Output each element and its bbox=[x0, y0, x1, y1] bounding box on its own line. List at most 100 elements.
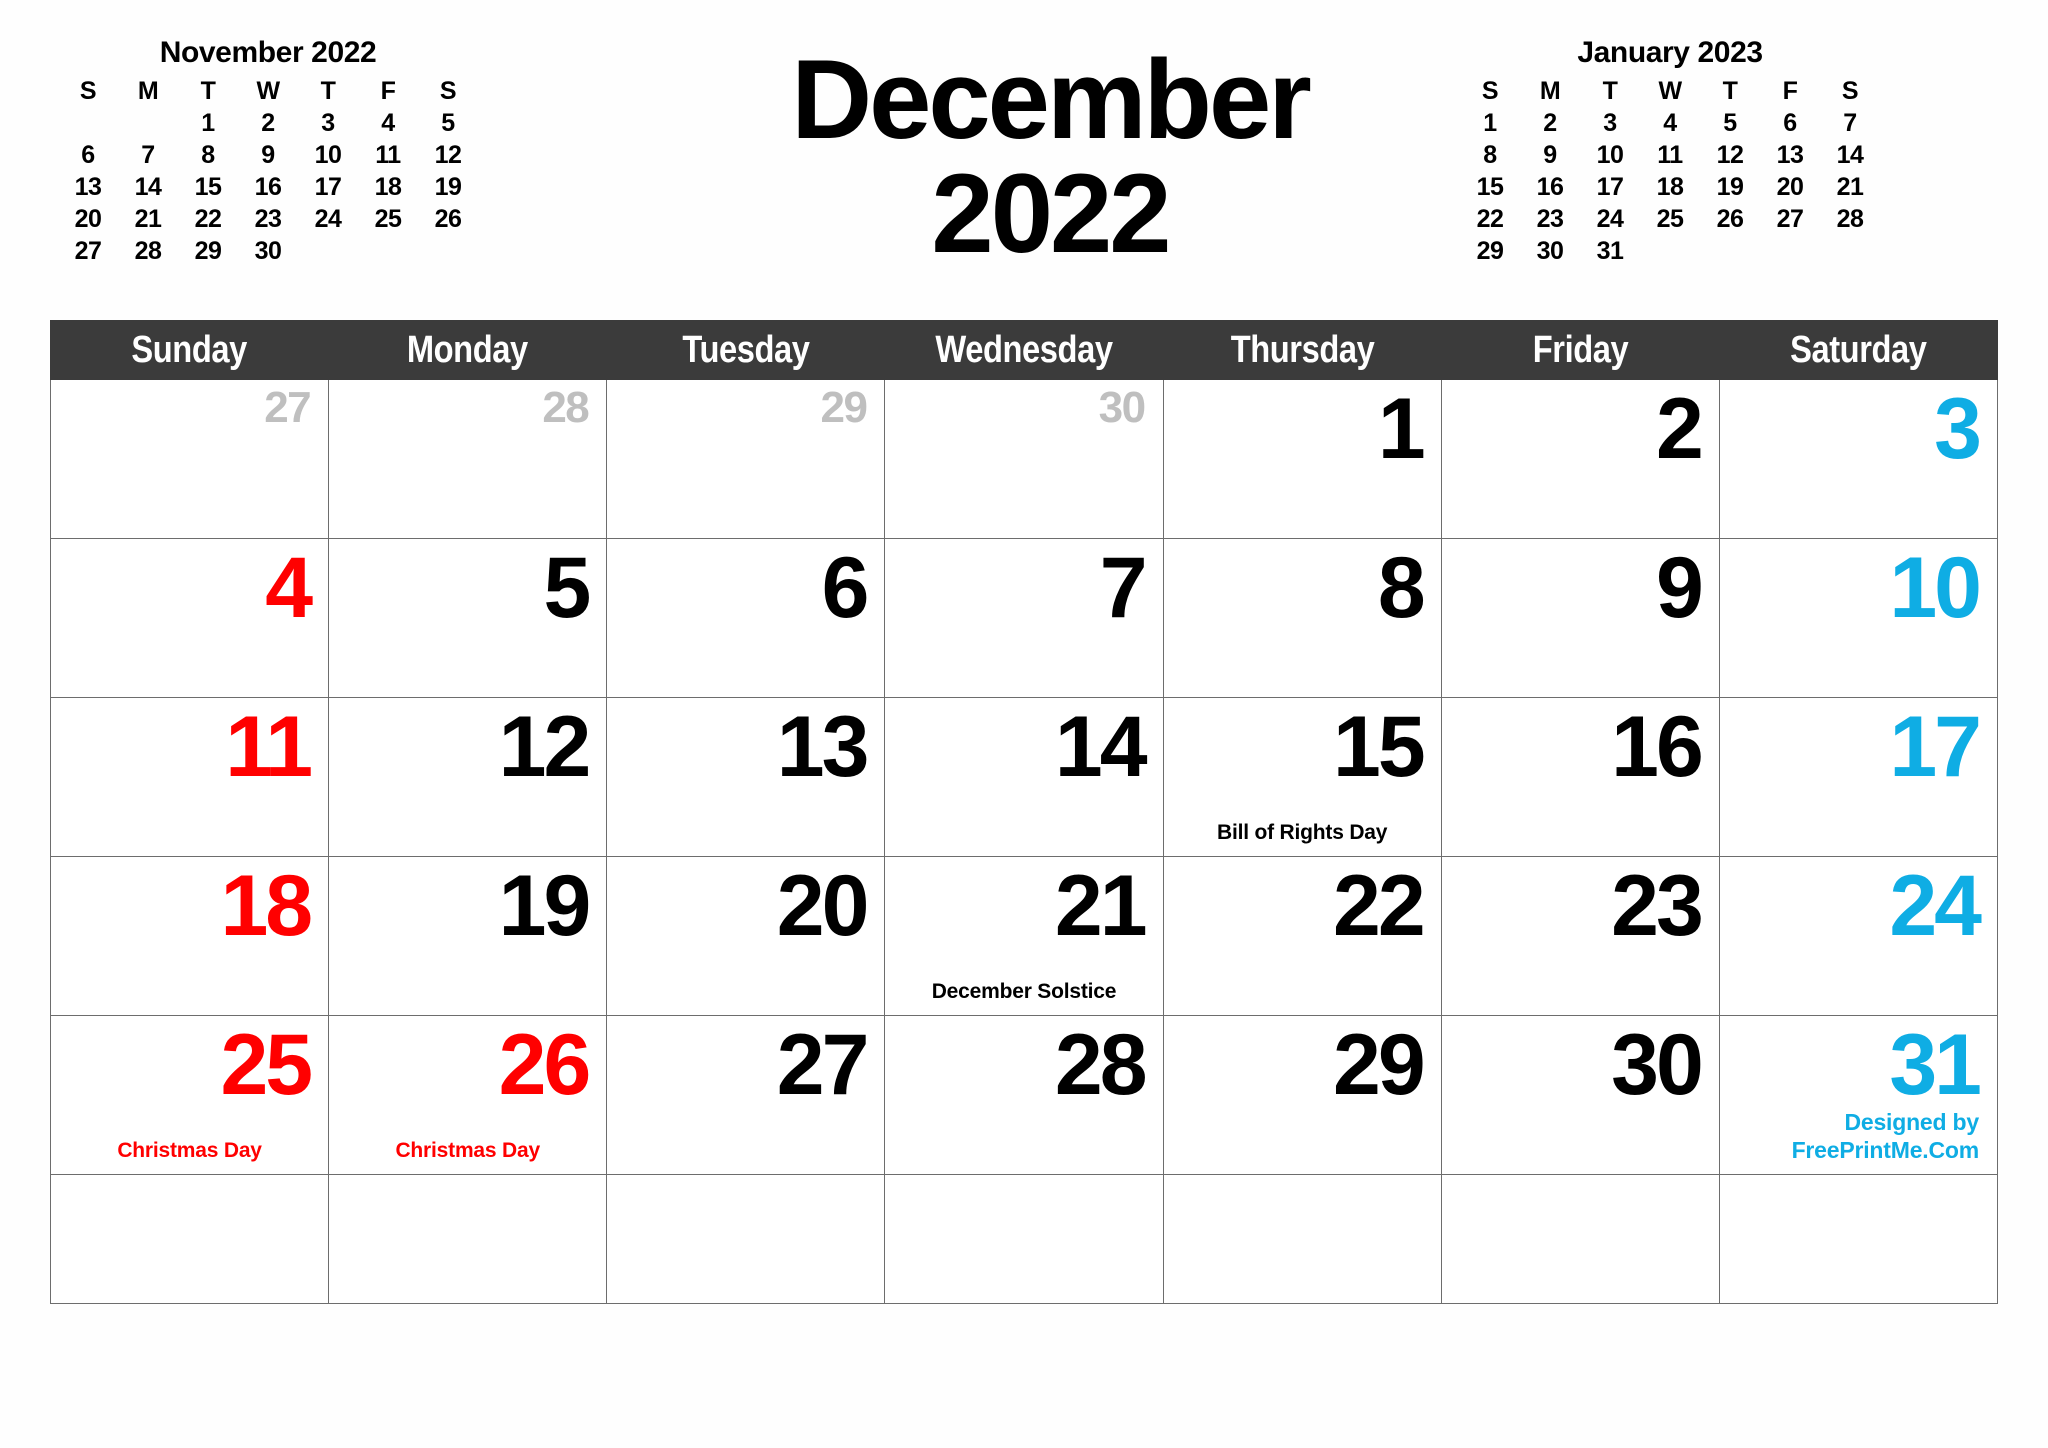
mini-prev-day: 15 bbox=[194, 173, 222, 201]
mini-calendar-next-grid: S M T W T F S 1 2 3 4 5 6 7 8 9 10 11 12 13 14 15 16 17 18 19 20 21… bbox=[1460, 79, 1880, 264]
day-cell-13[interactable]: 13 bbox=[606, 697, 886, 857]
weekday-header-tuesday: Tuesday bbox=[606, 320, 886, 380]
day-cell-6[interactable]: 6 bbox=[606, 538, 886, 698]
day-cell-18[interactable]: 18 bbox=[49, 856, 330, 1016]
week-row bbox=[49, 1174, 1999, 1304]
day-cell-empty[interactable] bbox=[606, 1174, 886, 1304]
mini-prev-blank bbox=[58, 111, 118, 136]
mini-prev-day: 2 bbox=[261, 109, 275, 137]
day-number: 23 bbox=[1611, 858, 1704, 954]
mini-next-blank bbox=[1760, 239, 1820, 264]
day-cell-5[interactable]: 5 bbox=[328, 538, 608, 698]
day-cell-21[interactable]: 21 December Solstice bbox=[884, 856, 1164, 1016]
day-cell-8[interactable]: 8 bbox=[1162, 538, 1442, 698]
weekday-header-label: Saturday bbox=[1790, 328, 1927, 371]
day-number: 9 bbox=[1656, 540, 1704, 636]
title-year: 2022 bbox=[931, 150, 1171, 276]
day-number: 26 bbox=[498, 1017, 592, 1113]
day-cell-30[interactable]: 30 bbox=[884, 379, 1164, 539]
mini-next-dow-1: M bbox=[1539, 77, 1561, 105]
mini-prev-day: 17 bbox=[314, 173, 342, 201]
day-number: 29 bbox=[1333, 1017, 1426, 1113]
mini-next-dow-4: T bbox=[1722, 77, 1738, 105]
weekday-header-label: Wednesday bbox=[935, 328, 1113, 371]
day-cell-10[interactable]: 10 bbox=[1718, 538, 1999, 698]
day-cell-7[interactable]: 7 bbox=[884, 538, 1164, 698]
weekday-header: Sunday Monday Tuesday Wednesday Thursday Frid… bbox=[49, 320, 1999, 380]
week-row: 11 12 13 14 15 Bill of Rights Day 16 17 bbox=[49, 697, 1999, 857]
day-cell-29[interactable]: 29 bbox=[1162, 1015, 1442, 1175]
weekday-header-friday: Friday bbox=[1440, 320, 1720, 380]
day-number: 14 bbox=[1054, 699, 1148, 795]
day-cell-empty[interactable] bbox=[1718, 1174, 1999, 1304]
day-number: 10 bbox=[1889, 540, 1982, 636]
mini-prev-day: 19 bbox=[434, 173, 462, 201]
day-number: 21 bbox=[1054, 858, 1148, 954]
day-cell-empty[interactable] bbox=[49, 1174, 330, 1304]
designer-credit-line1: Designed by bbox=[1844, 1108, 1979, 1135]
mini-prev-blank bbox=[418, 239, 478, 264]
day-cell-16[interactable]: 16 bbox=[1440, 697, 1720, 857]
calendar-header-band: November 2022 S M T W T F S 1 2 3 4 5 6 7 8 9 10 11 12 13 14… bbox=[0, 0, 2048, 318]
mini-prev-day: 28 bbox=[134, 237, 162, 265]
mini-prev-day: 22 bbox=[194, 205, 222, 233]
day-number: 12 bbox=[498, 699, 592, 795]
day-cell-29[interactable]: 29 bbox=[606, 379, 886, 539]
weekday-header-row: Sunday Monday Tuesday Wednesday Thursday Frid… bbox=[49, 320, 1999, 380]
mini-next-dow-5: F bbox=[1782, 77, 1798, 105]
mini-next-day: 20 bbox=[1776, 173, 1804, 201]
day-cell-3[interactable]: 3 bbox=[1718, 379, 1999, 539]
day-cell-14[interactable]: 14 bbox=[884, 697, 1164, 857]
day-cell-11[interactable]: 11 bbox=[49, 697, 330, 857]
day-cell-27[interactable]: 27 bbox=[606, 1015, 886, 1175]
day-cell-empty[interactable] bbox=[1440, 1174, 1720, 1304]
mini-prev-day: 29 bbox=[194, 237, 222, 265]
day-cell-17[interactable]: 17 bbox=[1718, 697, 1999, 857]
mini-prev-day: 9 bbox=[261, 141, 275, 169]
weekday-header-monday: Monday bbox=[328, 320, 608, 380]
day-cell-19[interactable]: 19 bbox=[328, 856, 608, 1016]
designer-credit[interactable]: Designed by FreePrintMe.Com bbox=[1792, 1108, 1980, 1164]
day-cell-15[interactable]: 15 Bill of Rights Day bbox=[1162, 697, 1442, 857]
day-cell-empty[interactable] bbox=[328, 1174, 608, 1304]
mini-prev-day: 7 bbox=[141, 141, 155, 169]
day-cell-30[interactable]: 30 bbox=[1440, 1015, 1720, 1175]
day-cell-24[interactable]: 24 bbox=[1718, 856, 1999, 1016]
mini-calendar-previous-title: November 2022 bbox=[159, 36, 377, 69]
day-cell-28[interactable]: 28 bbox=[884, 1015, 1164, 1175]
mini-calendar-previous-month: November 2022 S M T W T F S 1 2 3 4 5 6 7 8 9 10 11 12 13 14… bbox=[58, 36, 478, 264]
day-cell-25[interactable]: 25 Christmas Day bbox=[49, 1015, 330, 1175]
day-cell-12[interactable]: 12 bbox=[328, 697, 608, 857]
mini-prev-day: 24 bbox=[314, 205, 342, 233]
mini-prev-day: 23 bbox=[254, 205, 282, 233]
day-cell-31[interactable]: 31 Designed by FreePrintMe.Com bbox=[1718, 1015, 1999, 1175]
mini-prev-dow-1: M bbox=[137, 77, 159, 105]
day-cell-23[interactable]: 23 bbox=[1440, 856, 1720, 1016]
mini-next-day: 18 bbox=[1656, 173, 1684, 201]
day-number: 30 bbox=[1098, 383, 1146, 432]
day-cell-9[interactable]: 9 bbox=[1440, 538, 1720, 698]
day-cell-1[interactable]: 1 bbox=[1162, 379, 1442, 539]
mini-next-dow-0: S bbox=[1481, 77, 1499, 105]
day-cell-2[interactable]: 2 bbox=[1440, 379, 1720, 539]
day-number: 25 bbox=[220, 1017, 313, 1113]
mini-prev-dow-2: T bbox=[200, 77, 216, 105]
day-cell-28[interactable]: 28 bbox=[328, 379, 608, 539]
day-cell-4[interactable]: 4 bbox=[49, 538, 330, 698]
mini-next-dow-3: W bbox=[1658, 77, 1682, 105]
mini-prev-dow-0: S bbox=[79, 77, 97, 105]
day-number: 20 bbox=[776, 858, 870, 954]
mini-prev-day: 13 bbox=[74, 173, 102, 201]
mini-next-blank bbox=[1700, 239, 1760, 264]
day-cell-20[interactable]: 20 bbox=[606, 856, 886, 1016]
weekday-header-sunday: Sunday bbox=[49, 320, 330, 380]
day-number: 28 bbox=[1054, 1017, 1148, 1113]
day-number: 2 bbox=[1656, 381, 1704, 477]
day-cell-empty[interactable] bbox=[1162, 1174, 1442, 1304]
day-number: 11 bbox=[225, 699, 313, 795]
day-cell-27[interactable]: 27 bbox=[49, 379, 330, 539]
day-cell-22[interactable]: 22 bbox=[1162, 856, 1442, 1016]
holiday-label: Christmas Day bbox=[117, 1138, 262, 1162]
day-cell-empty[interactable] bbox=[884, 1174, 1164, 1304]
day-cell-26[interactable]: 26 Christmas Day bbox=[328, 1015, 608, 1175]
